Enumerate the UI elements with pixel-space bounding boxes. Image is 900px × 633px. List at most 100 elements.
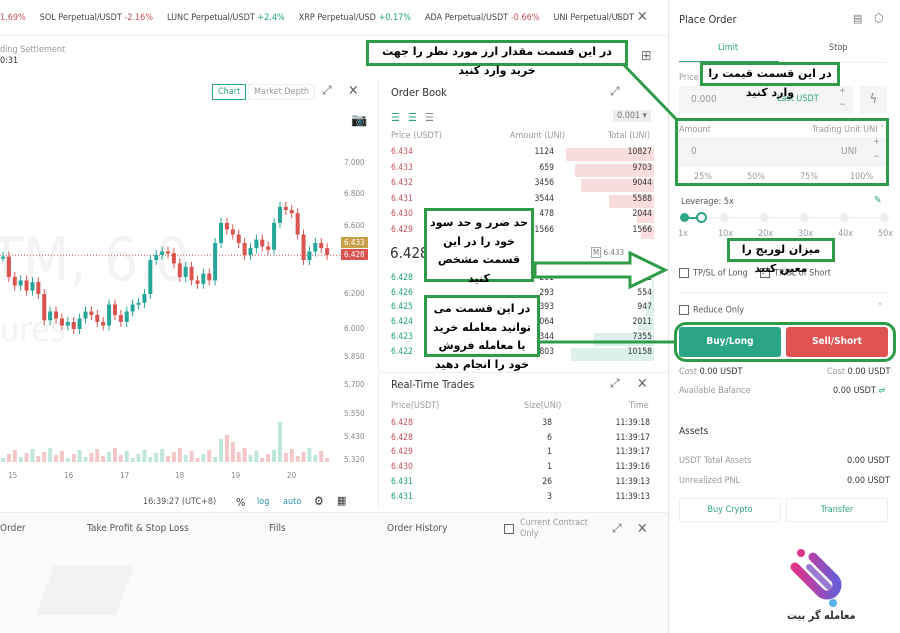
price-chart[interactable] [0, 110, 340, 470]
ask-row[interactable]: 6.432 3456 9044 [390, 178, 654, 193]
chevron-down-icon[interactable]: ˅ [878, 303, 882, 313]
x-tick-label: 17 [120, 471, 130, 480]
leverage-dot[interactable] [840, 213, 849, 222]
volume-bar [248, 455, 253, 462]
candle [171, 253, 176, 264]
mark-icon: M [591, 247, 602, 258]
tab-stop[interactable]: Stop [829, 43, 847, 53]
tab-fills[interactable]: Fills [269, 523, 286, 534]
ticker-item[interactable]: 1.69% [0, 13, 26, 23]
y-tick-label: 7.000 [344, 158, 365, 167]
calculator-icon[interactable]: ▤ [853, 12, 862, 25]
auto-toggle[interactable]: auto [283, 497, 301, 507]
leverage-dot[interactable] [800, 213, 809, 222]
ask-row[interactable]: 6.431 3544 5588 [390, 194, 654, 209]
candle [313, 243, 318, 252]
tab-order-history[interactable]: Order History [387, 523, 447, 534]
layout-grid-icon[interactable]: ⊞ [641, 48, 652, 64]
candle [18, 280, 23, 286]
candle [266, 246, 271, 250]
view-bids-icon[interactable]: ☰ [408, 111, 417, 124]
expand-icon[interactable]: ⤢ [610, 376, 620, 391]
col-size: Size(UNI) [524, 401, 562, 411]
leverage-slider[interactable] [684, 217, 884, 218]
candle [254, 239, 259, 249]
chevron-right-icon[interactable]: › [616, 9, 621, 25]
mid-price: 6.428 [390, 244, 429, 262]
candle [130, 304, 135, 312]
volume-bar [201, 454, 206, 462]
precision-select[interactable]: 0.001 ▾ [613, 110, 651, 122]
ask-row[interactable]: 6.433 659 9703 [390, 163, 654, 178]
leverage-dot[interactable] [760, 213, 769, 222]
pnl-label: Unrealized PNL [679, 476, 741, 486]
close-icon[interactable]: ✕ [637, 521, 648, 537]
edit-icon[interactable]: ✎ [874, 195, 882, 206]
volume-bar [6, 454, 11, 462]
minus-icon[interactable]: − [839, 100, 846, 110]
percent-toggle[interactable]: % [236, 496, 245, 509]
close-icon[interactable]: ✕ [637, 376, 648, 392]
leverage-mark: 1x [678, 229, 688, 239]
expand-icon[interactable]: ⤢ [612, 521, 622, 536]
volume-bar [319, 451, 324, 462]
candle [236, 234, 241, 243]
calendar-icon[interactable]: ▦ [337, 494, 346, 507]
settings-icon[interactable]: ⬡ [874, 11, 883, 25]
close-icon[interactable]: ✕ [637, 9, 648, 25]
candle [95, 315, 100, 322]
ticker-item[interactable]: UNI Perpetual/USDT [553, 13, 633, 23]
candle [242, 243, 247, 255]
leverage-dot[interactable] [720, 213, 729, 222]
reduce-only-label: Reduce Only [693, 305, 745, 316]
plus-icon[interactable]: + [839, 86, 846, 96]
tab-market-depth[interactable]: Market Depth [248, 84, 316, 100]
tab-order[interactable]: Order [0, 523, 26, 534]
buy-crypto-button[interactable]: Buy Crypto [679, 498, 781, 522]
ask-row[interactable]: 6.434 1124 10827 [390, 147, 654, 162]
camera-icon[interactable]: 📷 [351, 113, 367, 128]
log-toggle[interactable]: log [257, 497, 269, 507]
candle [54, 311, 59, 319]
candle [71, 322, 76, 329]
reduce-only-checkbox[interactable]: Reduce Only [679, 305, 744, 316]
volume-bar [325, 458, 330, 462]
expand-icon[interactable]: ⤢ [610, 84, 620, 99]
view-both-icon[interactable]: ☰ [391, 111, 400, 124]
available-label: Available Balance [679, 386, 751, 396]
volume-bar [154, 453, 159, 462]
tpsl-long-checkbox[interactable]: TP/SL of Long [679, 268, 748, 279]
view-asks-icon[interactable]: ☰ [425, 111, 434, 124]
ticker-item[interactable]: LUNC Perpetual/USDT +2.4% [167, 13, 285, 23]
tpsl-long-label: TP/SL of Long [693, 268, 748, 279]
leverage-dot[interactable] [880, 213, 889, 222]
leverage-dot[interactable] [680, 213, 689, 222]
ticker-item[interactable]: XRP Perpetual/USD +0.17% [299, 13, 411, 23]
ticker-item[interactable]: ADA Perpetual/USDT -0.66% [425, 13, 539, 23]
tab-chart[interactable]: Chart [212, 84, 247, 100]
volume-bar [65, 458, 70, 462]
expand-icon[interactable]: ⤢ [322, 83, 332, 98]
candle [319, 243, 324, 249]
volume-bar [254, 451, 259, 462]
leverage-handle[interactable] [696, 212, 707, 223]
volume-bar [195, 458, 200, 462]
y-tick-label: 5.850 [344, 352, 365, 361]
current-contract-checkbox[interactable] [504, 524, 518, 535]
ticker-item[interactable]: SOL Perpetual/USDT -2.16% [40, 13, 153, 23]
col-total: Total (UNI) [608, 131, 651, 141]
transfer-icon[interactable]: ⇌ [878, 386, 885, 396]
lightning-icon[interactable]: ϟ [860, 86, 887, 114]
candle [325, 248, 330, 255]
col-price: Price(USDT) [391, 401, 440, 411]
volume-bar [160, 449, 165, 462]
candle [230, 229, 235, 235]
candle [295, 213, 300, 235]
gear-icon[interactable]: ⚙ [314, 494, 324, 508]
tab-limit[interactable]: Limit [718, 43, 738, 53]
tab-tpsl[interactable]: Take Profit & Stop Loss [87, 523, 189, 534]
close-chart-icon[interactable]: ✕ [348, 83, 359, 99]
candle [260, 239, 265, 247]
transfer-button[interactable]: Transfer [786, 498, 888, 522]
candle [118, 315, 123, 322]
